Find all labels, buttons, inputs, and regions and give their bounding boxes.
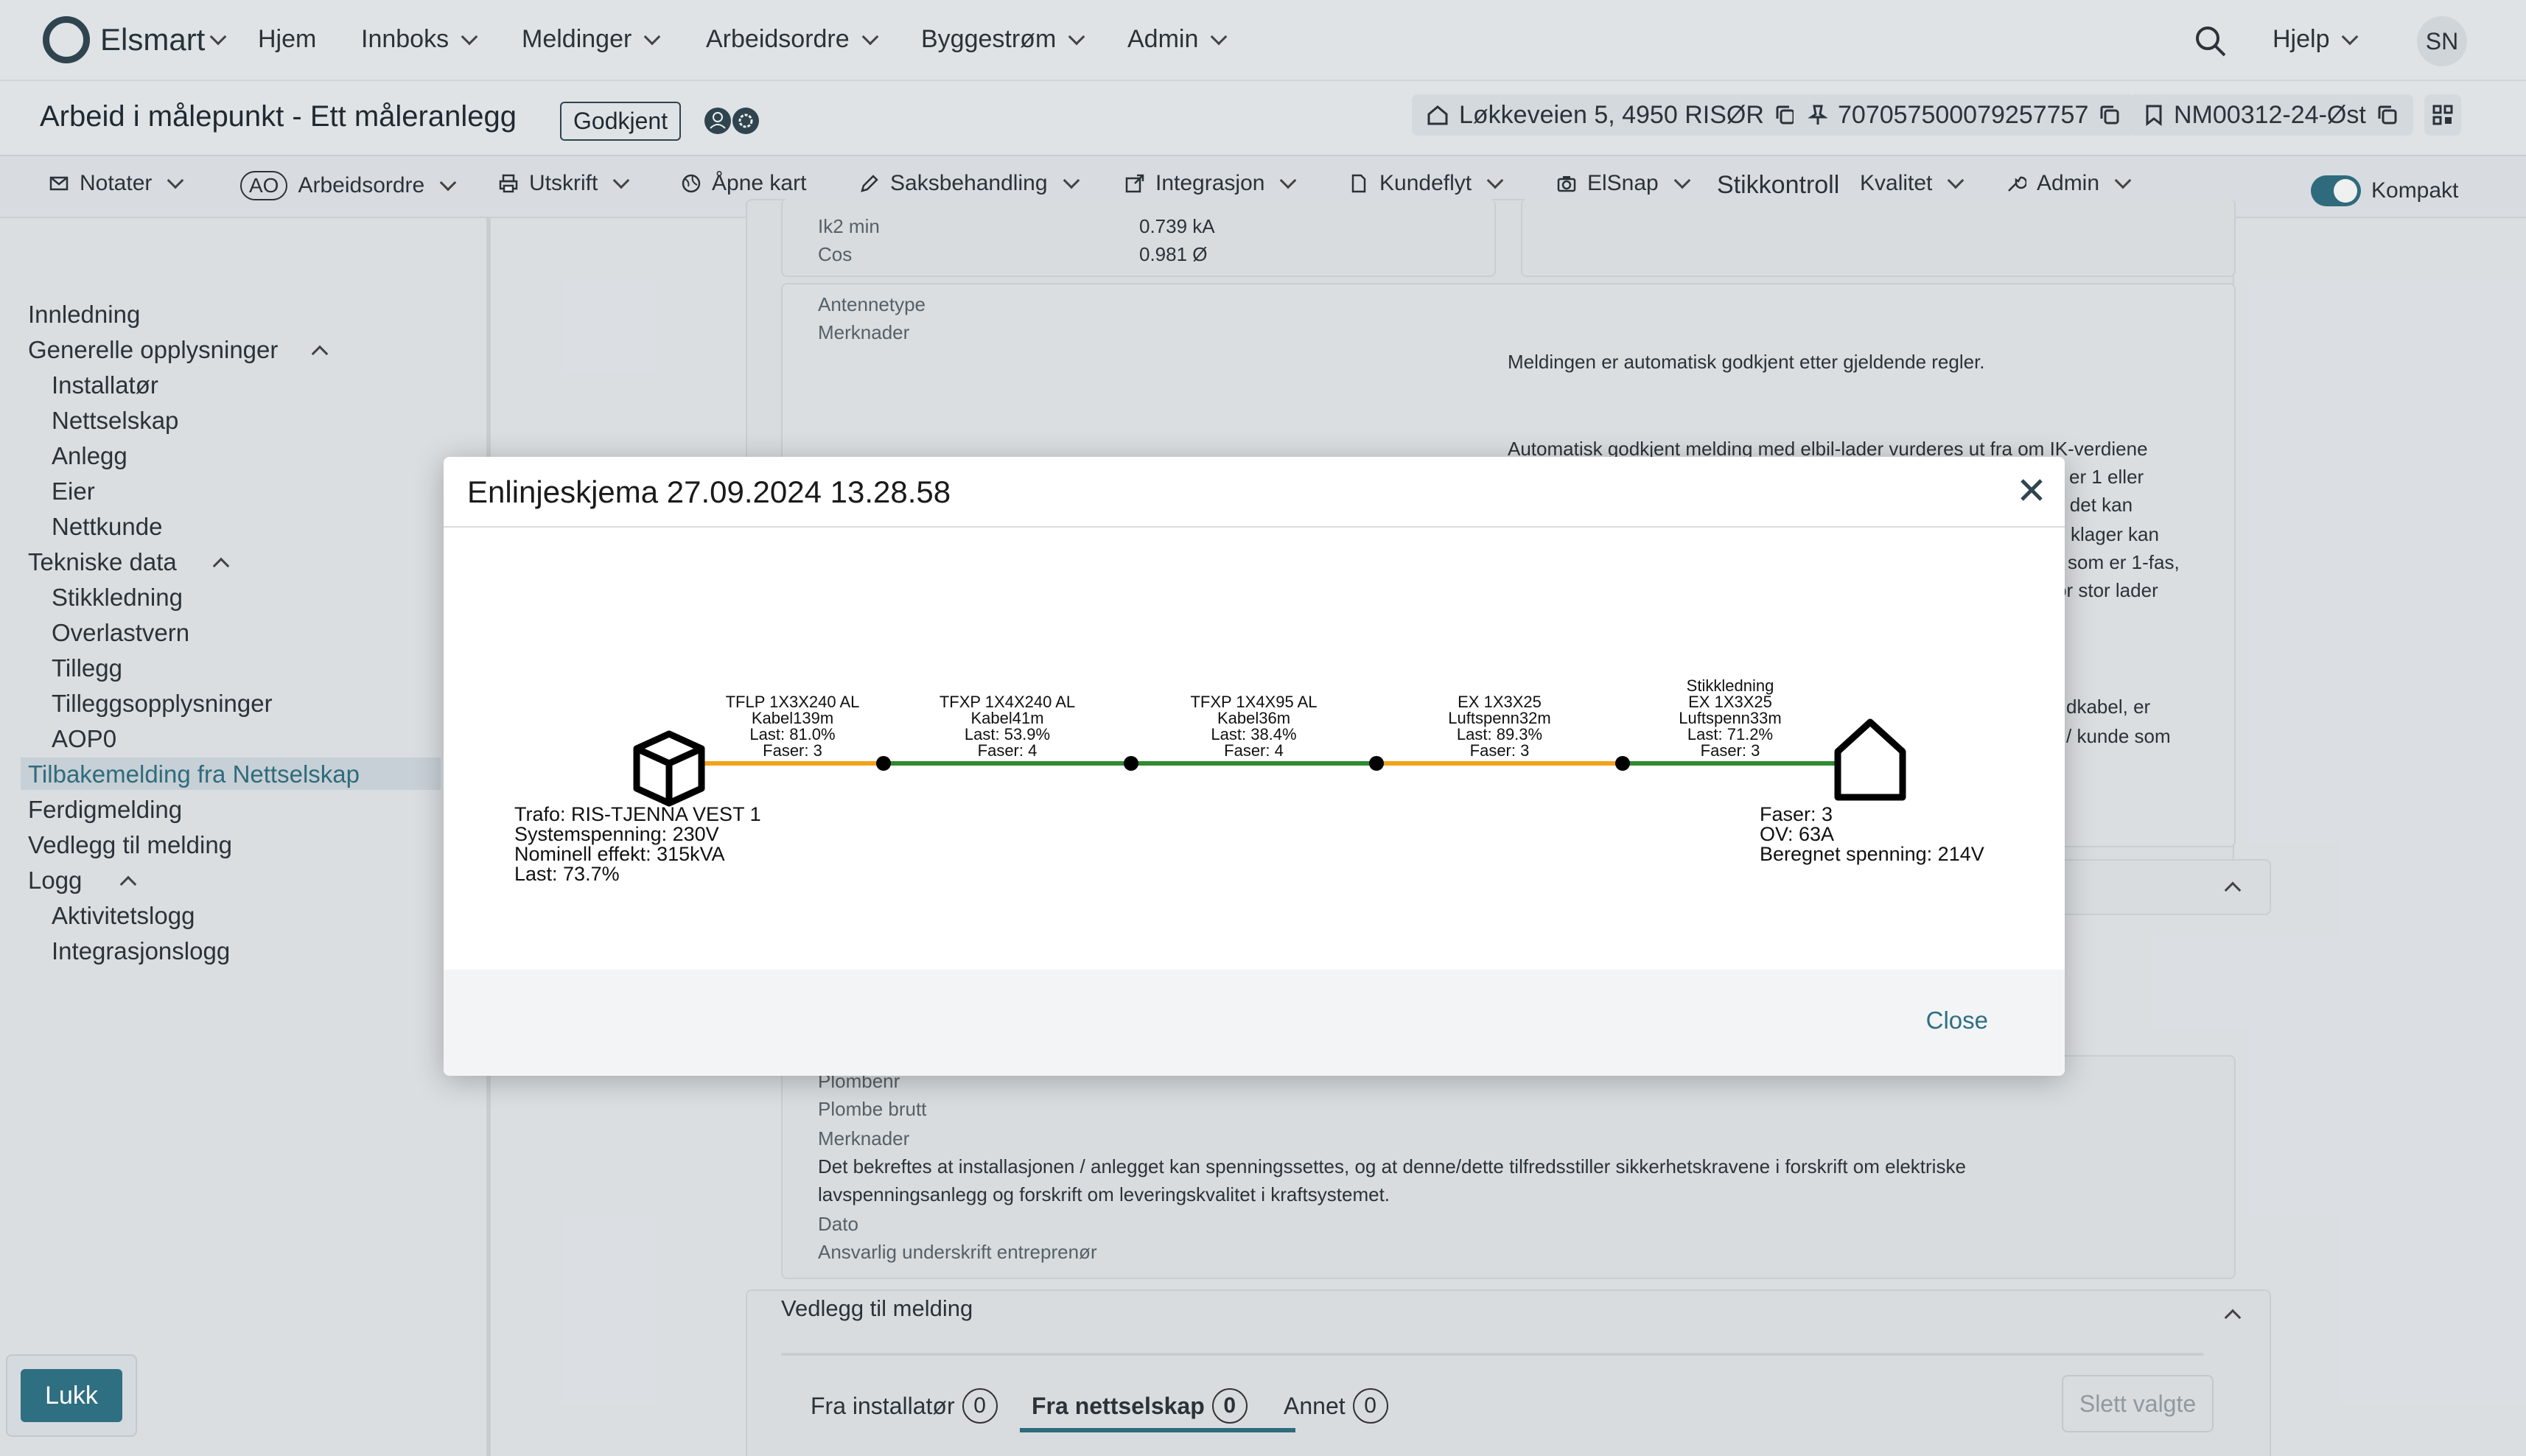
customer-info: OV: 63A [1760,823,1834,845]
transformer-info: Trafo: RIS-TJENNA VEST 1 [514,803,761,825]
customer-info: Beregnet spenning: 214V [1760,843,1984,865]
transformer-info: Nominell effekt: 315kVA [514,843,725,865]
customer-info: Faser: 3 [1760,803,1833,825]
transformer-icon [633,730,705,807]
close-icon[interactable] [2013,472,2050,508]
junction-node [1615,756,1630,771]
segment-label: Faser: 4 [1224,741,1284,760]
close-button[interactable]: Close [1926,1007,1988,1035]
junction-node [1124,756,1138,771]
segment-label: Faser: 4 [978,741,1038,760]
source-info: Trafo: RIS-TJENNA VEST 1Systemspenning: … [514,803,761,885]
transformer-info: Systemspenning: 230V [514,823,719,845]
modal-title: Enlinjeskjema 27.09.2024 13.28.58 [467,475,951,509]
lukk-button[interactable]: Lukk [21,1369,122,1422]
single-line-diagram: TFLP 1X3X240 ALKabel139mLast: 81.0%Faser… [514,676,1984,885]
junction-node [1369,756,1384,771]
lukk-container: Lukk [6,1354,137,1437]
segment-label: Faser: 3 [1470,741,1530,760]
sink-info: Faser: 3OV: 63ABeregnet spenning: 214V [1760,803,1984,865]
transformer-info: Last: 73.7% [514,863,620,885]
junction-node [876,756,891,771]
single-line-diagram-modal: Enlinjeskjema 27.09.2024 13.28.58 TFLP 1… [444,457,2065,1076]
segment-label: Faser: 3 [1701,741,1760,760]
segment-label: Faser: 3 [763,741,822,760]
modal-footer: Close [444,970,2065,1076]
house-icon [1834,718,1906,801]
